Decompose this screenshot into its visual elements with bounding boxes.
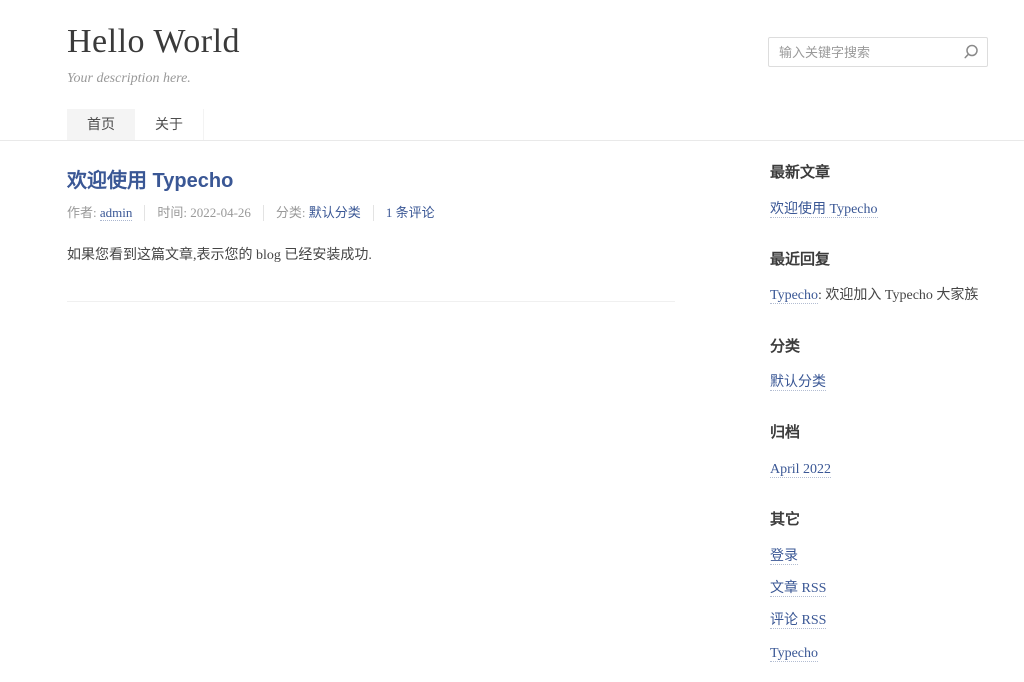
list-item: 评论 RSS	[770, 611, 990, 631]
category-list-link[interactable]: 默认分类	[770, 375, 826, 391]
widget-archives: 归档 April 2022	[770, 423, 990, 480]
widget-title: 其它	[770, 510, 990, 530]
post-body: 如果您看到这篇文章,表示您的 blog 已经安装成功.	[67, 245, 675, 267]
list-item: 默认分类	[770, 373, 990, 393]
comments-rss-link[interactable]: 评论 RSS	[770, 613, 826, 629]
content-area: 欢迎使用 Typecho 作者: admin 时间: 2022-04-26 分类…	[0, 141, 1024, 682]
post: 欢迎使用 Typecho 作者: admin 时间: 2022-04-26 分类…	[67, 141, 675, 302]
post-divider	[67, 301, 675, 302]
list-item: April 2022	[770, 460, 990, 480]
recent-post-link[interactable]: 欢迎使用 Typecho	[770, 202, 878, 218]
meta-date: 时间: 2022-04-26	[144, 205, 263, 221]
list-item: 文章 RSS	[770, 579, 990, 599]
nav-tab-about[interactable]: 关于	[135, 109, 204, 140]
site-description: Your description here.	[67, 71, 988, 87]
widget-misc: 其它 登录 文章 RSS 评论 RSS Typecho	[770, 510, 990, 664]
site-header: Hello World Your description here.	[0, 0, 1024, 87]
widget-title: 最新文章	[770, 163, 990, 183]
meta-category: 分类: 默认分类	[263, 205, 373, 221]
widget-recent-posts: 最新文章 欢迎使用 Typecho	[770, 163, 990, 220]
meta-comments: 1 条评论	[373, 205, 447, 221]
comments-link[interactable]: 1 条评论	[386, 205, 435, 220]
widget-categories: 分类 默认分类	[770, 337, 990, 394]
post-meta: 作者: admin 时间: 2022-04-26 分类: 默认分类 1 条评论	[67, 205, 675, 221]
comment-author-link[interactable]: Typecho	[770, 288, 818, 304]
post-title: 欢迎使用 Typecho	[67, 169, 675, 193]
widget-title: 归档	[770, 423, 990, 443]
comment-excerpt: : 欢迎加入 Typecho 大家族	[818, 288, 978, 303]
typecho-link[interactable]: Typecho	[770, 646, 818, 662]
login-link[interactable]: 登录	[770, 549, 798, 565]
posts-rss-link[interactable]: 文章 RSS	[770, 581, 826, 597]
blog-page: Hello World Your description here. 首页 关于…	[0, 0, 1024, 682]
meta-author: 作者: admin	[67, 205, 144, 221]
archive-link[interactable]: April 2022	[770, 462, 831, 478]
category-link[interactable]: 默认分类	[309, 205, 361, 220]
post-title-link[interactable]: 欢迎使用 Typecho	[67, 170, 233, 192]
meta-author-label: 作者:	[67, 205, 97, 220]
author-link[interactable]: admin	[100, 205, 133, 221]
meta-date-label: 时间:	[157, 205, 187, 220]
list-item: Typecho: 欢迎加入 Typecho 大家族	[770, 286, 990, 306]
main-nav: 首页 关于	[67, 109, 1024, 140]
list-item: 欢迎使用 Typecho	[770, 200, 990, 220]
meta-date-value: 2022-04-26	[190, 205, 251, 220]
list-item: 登录	[770, 547, 990, 567]
search-icon[interactable]	[962, 43, 980, 61]
widget-recent-comments: 最近回复 Typecho: 欢迎加入 Typecho 大家族	[770, 250, 990, 307]
main-column: 欢迎使用 Typecho 作者: admin 时间: 2022-04-26 分类…	[67, 141, 675, 682]
meta-category-label: 分类:	[276, 205, 306, 220]
widget-title: 最近回复	[770, 250, 990, 270]
widget-title: 分类	[770, 337, 990, 357]
sidebar: 最新文章 欢迎使用 Typecho 最近回复 Typecho: 欢迎加入 Typ…	[770, 141, 990, 682]
search-box	[768, 37, 988, 67]
list-item: Typecho	[770, 644, 990, 664]
nav-tab-home[interactable]: 首页	[67, 109, 135, 140]
search-input[interactable]	[768, 37, 988, 67]
